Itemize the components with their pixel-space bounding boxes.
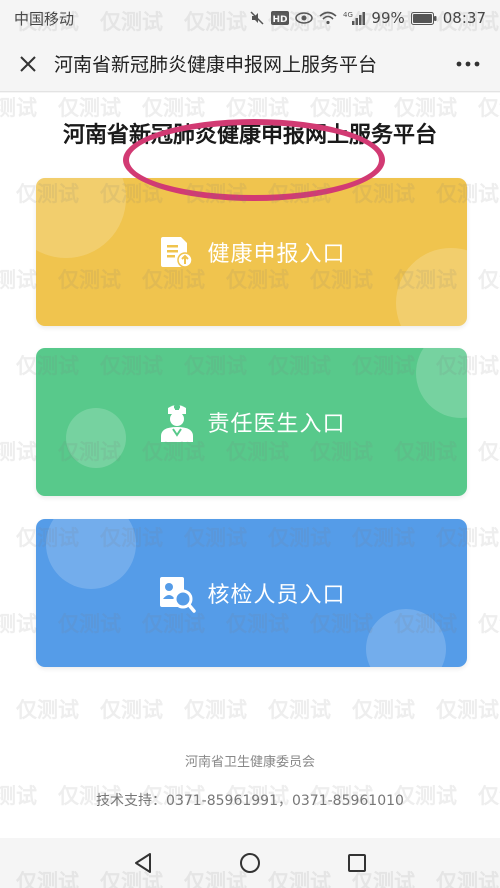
- wifi-icon: [319, 11, 337, 25]
- inspector-entry-button[interactable]: 核检人员入口: [36, 519, 467, 667]
- eye-icon: [295, 11, 314, 25]
- svg-text:4G: 4G: [343, 11, 353, 19]
- more-icon: [456, 61, 480, 66]
- mute-icon: [249, 10, 265, 26]
- doctor-icon: [157, 402, 197, 442]
- status-left: 中国移动: [14, 8, 74, 29]
- health-report-entry-button[interactable]: 健康申报入口: [36, 178, 467, 326]
- card-content: 责任医生入口: [157, 402, 345, 442]
- back-button[interactable]: [127, 847, 159, 879]
- home-button[interactable]: [234, 847, 266, 879]
- responsible-doctor-label: 责任医生入口: [207, 412, 346, 437]
- home-icon: [239, 853, 260, 873]
- close-button[interactable]: [14, 50, 42, 78]
- card-decoration: [416, 348, 467, 418]
- card-decoration: [46, 519, 136, 589]
- battery-icon: [410, 11, 437, 25]
- card-content: 核检人员入口: [157, 573, 345, 613]
- footer-organization: 河南省卫生健康委员会: [184, 755, 315, 770]
- phone-screen: 中国移动 HD 4G 99% 08:37 河南省新冠肺炎健康申报网上服务平台 河…: [0, 0, 500, 888]
- main-content: 河南省新冠肺炎健康申报网上服务平台 健康申报入口 责任医生入口 核检人员入口 河…: [0, 93, 500, 838]
- health-report-icon: [157, 232, 197, 272]
- window-title: 河南省新冠肺炎健康申报网上服务平台: [54, 54, 378, 76]
- footer-tech-support: 技术支持：0371-85961991，0371-85961010: [96, 793, 404, 809]
- title-bar: 河南省新冠肺炎健康申报网上服务平台: [0, 36, 500, 92]
- card-decoration: [66, 408, 126, 468]
- card-decoration: [36, 178, 126, 258]
- carrier-label: 中国移动: [14, 9, 75, 28]
- status-right: HD 4G 99% 08:37: [249, 9, 486, 27]
- status-bar: 中国移动 HD 4G 99% 08:37: [0, 0, 500, 36]
- battery-percent: 99%: [371, 9, 405, 27]
- back-icon: [135, 853, 152, 873]
- health-report-label: 健康申报入口: [207, 242, 346, 267]
- card-decoration: [396, 248, 467, 326]
- responsible-doctor-entry-button[interactable]: 责任医生入口: [36, 348, 467, 496]
- card-content: 健康申报入口: [157, 232, 345, 272]
- signal-icon: 4G: [343, 10, 366, 26]
- inspection-icon: [157, 573, 197, 613]
- card-decoration: [366, 609, 446, 667]
- clock: 08:37: [442, 9, 486, 27]
- system-nav-bar: [0, 838, 500, 888]
- more-options-button[interactable]: [450, 50, 486, 78]
- inspector-label: 核检人员入口: [207, 583, 346, 608]
- svg-text:HD: HD: [273, 15, 288, 25]
- hd-icon: HD: [271, 11, 290, 25]
- close-icon: [20, 55, 36, 72]
- recents-icon: [347, 854, 366, 872]
- recents-button[interactable]: [341, 847, 373, 879]
- page-title: 河南省新冠肺炎健康申报网上服务平台: [62, 123, 437, 148]
